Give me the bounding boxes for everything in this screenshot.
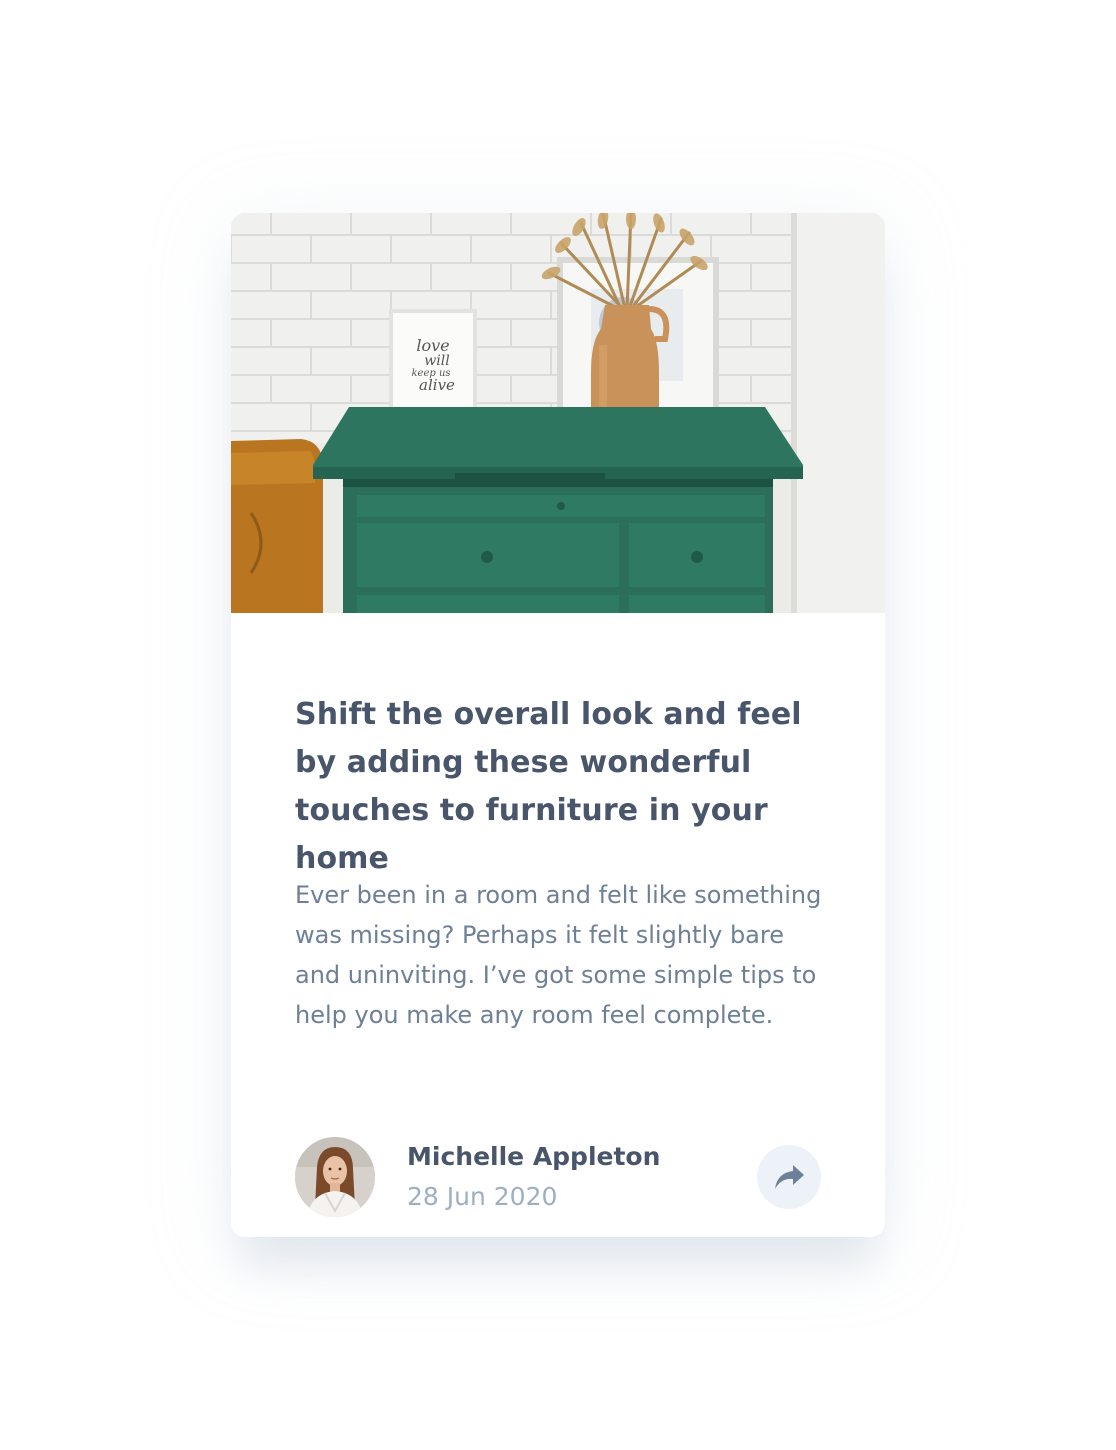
- author-avatar: [295, 1137, 375, 1217]
- frame-text-line: will: [424, 353, 449, 369]
- avatar-photo: [295, 1137, 375, 1217]
- article-excerpt: Ever been in a room and felt like someth…: [295, 881, 822, 1029]
- publish-date: 28 Jun 2020: [407, 1182, 558, 1211]
- article-card: love will keep us alive Shift the overal…: [231, 213, 885, 1237]
- share-button[interactable]: [757, 1145, 821, 1209]
- drawers-photo: love will keep us alive: [231, 213, 885, 613]
- article-title: Shift the overall look and feel by addin…: [295, 697, 802, 876]
- author-name: Michelle Appleton: [407, 1142, 661, 1171]
- share-icon: [775, 1165, 804, 1189]
- article-hero-image: love will keep us alive: [231, 213, 885, 613]
- frame-text-line: alive: [419, 376, 455, 394]
